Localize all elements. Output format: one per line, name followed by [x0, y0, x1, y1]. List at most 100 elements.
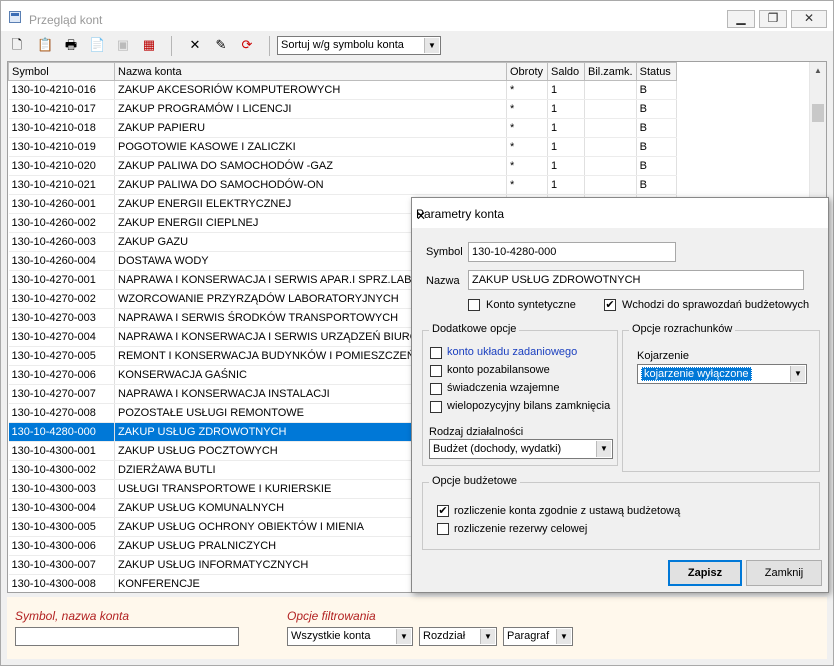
table-header: Symbol Nazwa konta Obroty Saldo Bil.zamk. Sta… [8, 62, 677, 81]
matching-select[interactable]: kojarzenie wyłączone ▼ [637, 364, 807, 384]
export-icon[interactable]: ▦ [141, 37, 157, 53]
edit-icon[interactable]: ✎ [213, 37, 229, 53]
settlement-options-title: Opcje rozrachunków [629, 323, 736, 335]
filter-options-label: Opcje filtrowania [287, 609, 376, 623]
column-header[interactable]: Nazwa konta [114, 62, 507, 81]
sort-select-value: Sortuj w/g symbolu konta [281, 39, 404, 51]
account-parameters-dialog: Parametry konta ✕ Symbol 130-10-4280-000… [411, 197, 829, 593]
table-cell: 130-10-4210-018 [8, 118, 115, 138]
table-cell: 130-10-4210-017 [8, 99, 115, 119]
table-cell: 130-10-4270-002 [8, 289, 115, 309]
symbol-filter-input[interactable] [15, 627, 239, 646]
table-cell [584, 137, 637, 157]
activity-select-value: Budżet (dochody, wydatki) [433, 443, 562, 455]
paragraph-filter-select[interactable]: Paragraf ▼ [503, 627, 573, 646]
table-cell: 130-10-4270-004 [8, 327, 115, 347]
table-cell: 130-10-4260-003 [8, 232, 115, 252]
chevron-down-icon: ▼ [596, 441, 611, 457]
table-cell: 1 [547, 80, 585, 100]
table-cell [584, 175, 637, 195]
budget-option-label: rozliczenie konta zgodnie z ustawą budże… [454, 505, 681, 517]
table-cell: * [506, 175, 548, 195]
chevron-down-icon: ▼ [396, 629, 411, 644]
budget-report-checkbox[interactable]: ✔ [604, 299, 616, 311]
new-icon[interactable]: 🗋 [9, 37, 25, 53]
table-cell: 130-10-4300-007 [8, 555, 115, 575]
activity-select[interactable]: Budżet (dochody, wydatki) ▼ [429, 439, 613, 459]
toolbar-separator [171, 36, 172, 56]
copy-icon[interactable]: 📋 [37, 37, 53, 53]
maximize-button[interactable]: ❐ [759, 10, 787, 28]
extra-option-checkbox[interactable] [430, 347, 442, 359]
table-cell: 1 [547, 137, 585, 157]
budget-options-group: Opcje budżetowe ✔ rozliczenie konta zgod… [422, 475, 820, 550]
extra-option-label: konto pozabilansowe [447, 364, 550, 376]
extra-option-checkbox[interactable] [430, 365, 442, 377]
minimize-button[interactable]: ▁ [727, 10, 755, 28]
table-row[interactable]: 130-10-4210-021 ZAKUP PALIWA DO SAMOCHODÓ… [8, 175, 677, 195]
table-cell: 130-10-4260-002 [8, 213, 115, 233]
extra-option-checkbox[interactable] [430, 401, 442, 413]
table-row[interactable]: 130-10-4210-019 POGOTOWIE KASOWE I ZALICZ… [8, 137, 677, 157]
filter-panel: Symbol, nazwa konta Opcje filtrowania Ws… [7, 597, 827, 659]
table-cell: 130-10-4210-019 [8, 137, 115, 157]
column-header[interactable]: Bil.zamk. [584, 62, 637, 81]
chevron-down-icon: ▼ [556, 629, 571, 644]
table-row[interactable]: 130-10-4210-016 ZAKUP AKCESORIÓW KOMPUTER… [8, 80, 677, 100]
table-cell: B [636, 175, 677, 195]
table-cell: 130-10-4270-001 [8, 270, 115, 290]
scroll-thumb[interactable] [812, 104, 824, 122]
save-button[interactable]: Zapisz [668, 560, 742, 586]
delete-icon[interactable]: ✕ [187, 37, 203, 53]
refresh-icon[interactable]: ⟳ [239, 37, 255, 53]
table-row[interactable]: 130-10-4210-020 ZAKUP PALIWA DO SAMOCHODÓ… [8, 156, 677, 176]
table-cell: 130-10-4210-016 [8, 80, 115, 100]
budget-option-checkbox[interactable]: ✔ [437, 505, 449, 517]
extra-options-title: Dodatkowe opcje [429, 323, 520, 335]
accounts-filter-select[interactable]: Wszystkie konta ▼ [287, 627, 413, 646]
extra-option-label[interactable]: konto układu zadaniowego [447, 346, 577, 358]
table-cell: 130-10-4300-004 [8, 498, 115, 518]
sort-select[interactable]: Sortuj w/g symbolu konta ▼ [277, 36, 441, 55]
table-cell: 130-10-4210-020 [8, 156, 115, 176]
table-cell: 130-10-4260-001 [8, 194, 115, 214]
close-dialog-button[interactable]: Zamknij [746, 560, 822, 586]
table-cell: 130-10-4270-008 [8, 403, 115, 423]
table-cell: ZAKUP PAPIERU [114, 118, 507, 138]
symbol-filter-label: Symbol, nazwa konta [15, 609, 130, 623]
table-row[interactable]: 130-10-4210-017 ZAKUP PROGRAMÓW I LICENCJ… [8, 99, 677, 119]
close-button[interactable]: ✕ [791, 10, 827, 28]
preview-icon[interactable]: 📄 [89, 37, 105, 53]
name-field[interactable]: ZAKUP USŁUG ZDROWOTNYCH [468, 270, 804, 290]
chevron-down-icon: ▼ [424, 38, 439, 53]
table-cell: 1 [547, 175, 585, 195]
column-header[interactable]: Status [635, 62, 677, 81]
symbol-label: Symbol [426, 246, 463, 258]
budget-options-title: Opcje budżetowe [429, 475, 520, 487]
table-cell [584, 156, 637, 176]
matching-label: Kojarzenie [637, 350, 689, 362]
table-cell: 130-10-4270-005 [8, 346, 115, 366]
name-label: Nazwa [426, 275, 460, 287]
column-header[interactable]: Symbol [8, 62, 115, 81]
section-filter-select[interactable]: Rozdział ▼ [419, 627, 497, 646]
symbol-field[interactable]: 130-10-4280-000 [468, 242, 676, 262]
print-icon[interactable]: 🖶 [63, 37, 79, 53]
scroll-up-icon[interactable]: ▲ [810, 62, 826, 79]
table-cell: 1 [547, 118, 585, 138]
table-cell: 1 [547, 99, 585, 119]
table-row[interactable]: 130-10-4210-018 ZAKUP PAPIERU * 1 B [8, 118, 677, 138]
table-cell [584, 118, 637, 138]
table-cell: 130-10-4300-001 [8, 441, 115, 461]
budget-option-checkbox[interactable] [437, 523, 449, 535]
extra-option-checkbox[interactable] [430, 383, 442, 395]
table-cell: B [636, 99, 677, 119]
table-cell: 130-10-4300-002 [8, 460, 115, 480]
synthetic-checkbox[interactable] [468, 299, 480, 311]
table-cell: B [636, 118, 677, 138]
extra-option-label: świadczenia wzajemne [447, 382, 560, 394]
table-cell: B [636, 80, 677, 100]
column-header[interactable]: Obroty [506, 62, 548, 81]
column-header[interactable]: Saldo [547, 62, 585, 81]
dialog-close-icon[interactable]: ✕ [416, 207, 820, 225]
